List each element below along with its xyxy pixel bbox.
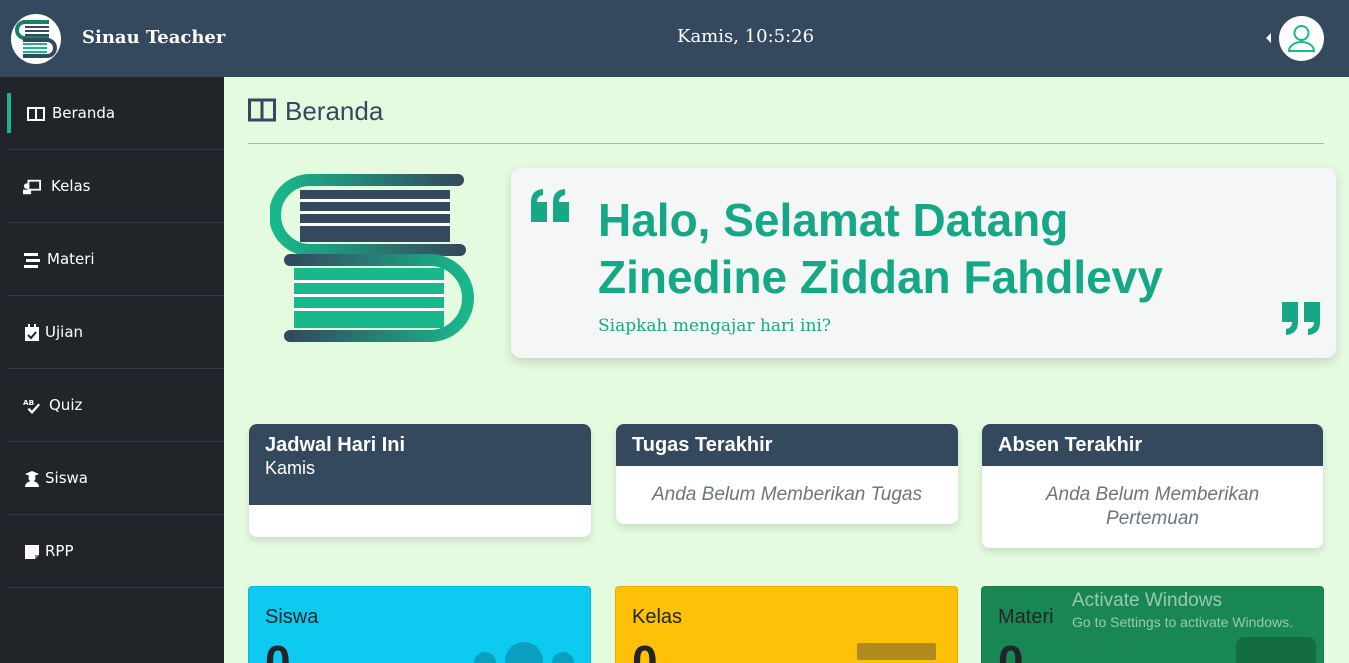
chalkboard-icon <box>857 643 936 660</box>
page-title: Beranda <box>285 96 384 126</box>
sidebar-item-beranda[interactable]: Beranda <box>7 77 224 150</box>
welcome-user-name: Zinedine Ziddan Fahdlevy <box>598 251 1163 303</box>
clock: Kamis, 10:5:26 <box>677 26 815 47</box>
book-open-icon <box>248 98 276 122</box>
welcome-subtitle: Siapkah mengajar hari ini? <box>598 316 831 336</box>
divider <box>248 143 1324 144</box>
quote-right-icon <box>1282 302 1320 335</box>
sidebar-item-siswa[interactable]: Siswa <box>7 442 224 515</box>
windows-activation-watermark: Activate Windows Go to Settings to activ… <box>1072 590 1293 630</box>
caret-left-icon[interactable] <box>1266 33 1271 43</box>
attendance-card: Absen Terakhir Anda Belum Memberikan Per… <box>982 424 1323 548</box>
stat-value: 0 <box>998 636 1024 663</box>
stat-label: Siswa <box>265 606 319 628</box>
schedule-day: Kamis <box>265 458 316 478</box>
sidebar-item-kelas[interactable]: Kelas <box>7 150 224 223</box>
stat-label: Materi <box>998 606 1054 628</box>
welcome-panel: Halo, Selamat Datang Zinedine Ziddan Fah… <box>511 168 1336 358</box>
user-icon <box>1287 25 1316 52</box>
top-bar: Sinau Teacher Kamis, 10:5:26 <box>0 0 1349 77</box>
tasks-empty-message: Anda Belum Memberikan Tugas <box>652 484 922 505</box>
svg-text:AB: AB <box>23 398 34 407</box>
sidebar-item-label: Ujian <box>45 323 84 341</box>
card-title: Tugas Terakhir <box>632 434 773 456</box>
stat-card-siswa[interactable]: Siswa 0 <box>248 586 591 663</box>
stream-icon <box>1236 637 1316 663</box>
chalkboard-teacher-icon <box>23 179 41 195</box>
logo[interactable] <box>11 14 61 64</box>
card-title: Absen Terakhir <box>998 434 1143 456</box>
sidebar: Beranda Kelas Materi Ujian AB Quiz Siswa… <box>0 77 224 663</box>
schedule-card: Jadwal Hari Ini Kamis <box>249 424 591 537</box>
users-icon <box>474 642 574 663</box>
sidebar-item-quiz[interactable]: AB Quiz <box>7 369 224 442</box>
quote-left-icon <box>531 189 569 222</box>
sidebar-item-label: Materi <box>47 250 95 268</box>
book-open-icon <box>27 107 45 121</box>
sidebar-item-label: RPP <box>45 542 74 560</box>
book-stack-logo-icon <box>15 20 57 58</box>
sidebar-item-label: Siswa <box>45 469 88 487</box>
sidebar-item-rpp[interactable]: RPP <box>7 515 224 588</box>
stat-card-kelas[interactable]: Kelas 0 <box>615 586 958 663</box>
card-title: Jadwal Hari Ini <box>265 434 406 456</box>
sidebar-item-ujian[interactable]: Ujian <box>7 296 224 369</box>
stream-icon <box>24 253 40 268</box>
brand-name: Sinau Teacher <box>82 27 226 48</box>
stat-value: 0 <box>632 636 658 663</box>
welcome-line-1: Halo, Selamat Datang <box>598 194 1069 246</box>
user-graduate-icon <box>25 471 39 487</box>
attendance-empty-message: Anda Belum Memberikan Pertemuan <box>1045 484 1260 529</box>
sticky-note-icon <box>25 545 39 559</box>
book-stack-illustration <box>270 174 474 342</box>
calendar-check-icon <box>25 324 39 341</box>
sidebar-item-label: Kelas <box>51 177 91 195</box>
stat-value: 0 <box>265 636 291 663</box>
tasks-card: Tugas Terakhir Anda Belum Memberikan Tug… <box>616 424 958 524</box>
watermark-subtitle: Go to Settings to activate Windows. <box>1072 614 1293 630</box>
sidebar-item-label: Beranda <box>52 104 116 122</box>
stat-label: Kelas <box>632 606 683 628</box>
user-avatar[interactable] <box>1279 16 1324 61</box>
sidebar-item-label: Quiz <box>49 396 83 414</box>
watermark-title: Activate Windows <box>1072 590 1222 611</box>
sidebar-item-materi[interactable]: Materi <box>7 223 224 296</box>
spell-check-icon: AB <box>23 398 41 414</box>
welcome-heading: Halo, Selamat Datang Zinedine Ziddan Fah… <box>598 192 1298 306</box>
